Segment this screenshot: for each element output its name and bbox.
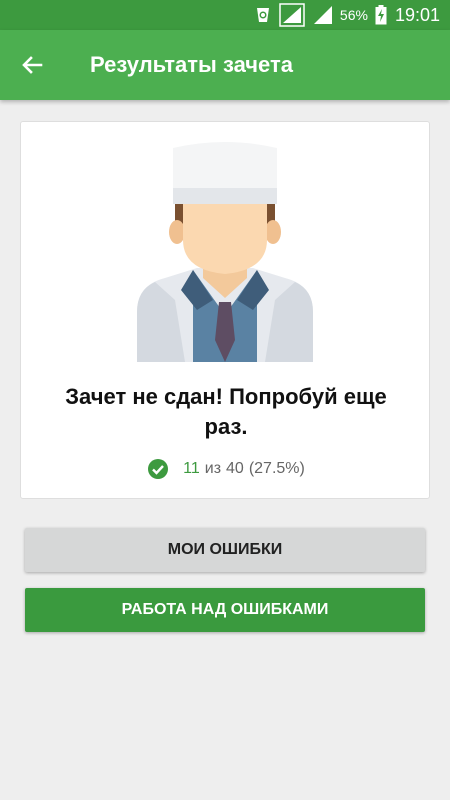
check-circle-icon [147, 458, 169, 480]
arrow-back-icon [21, 54, 43, 76]
sync-icon [254, 6, 272, 24]
score-of-label: из [204, 460, 222, 477]
status-bar: 56% 19:01 [0, 0, 450, 30]
back-button[interactable] [4, 37, 60, 93]
app-bar: Результаты зачета [0, 30, 450, 100]
score-total: 40 [226, 460, 244, 477]
work-on-mistakes-button[interactable]: РАБОТА НАД ОШИБКАМИ [25, 588, 425, 632]
battery-percent: 56% [339, 7, 368, 23]
clock: 19:01 [394, 4, 440, 25]
doctor-avatar-icon [135, 140, 315, 362]
page-title: Результаты зачета [90, 52, 294, 77]
result-card: Зачет не сдан! Попробуй еще раз. 11 из 4… [20, 121, 430, 499]
score-correct: 11 [183, 460, 200, 477]
result-message: Зачет не сдан! Попробуй еще раз. [65, 384, 387, 439]
signal-icon-2 [312, 4, 334, 26]
my-mistakes-button[interactable]: МОИ ОШИБКИ [25, 528, 425, 572]
score-row: 11 из 40 (27.5%) [21, 457, 431, 481]
score-percent: (27.5%) [248, 460, 305, 477]
signal-icon [279, 3, 305, 27]
battery-charging-icon [375, 5, 387, 25]
